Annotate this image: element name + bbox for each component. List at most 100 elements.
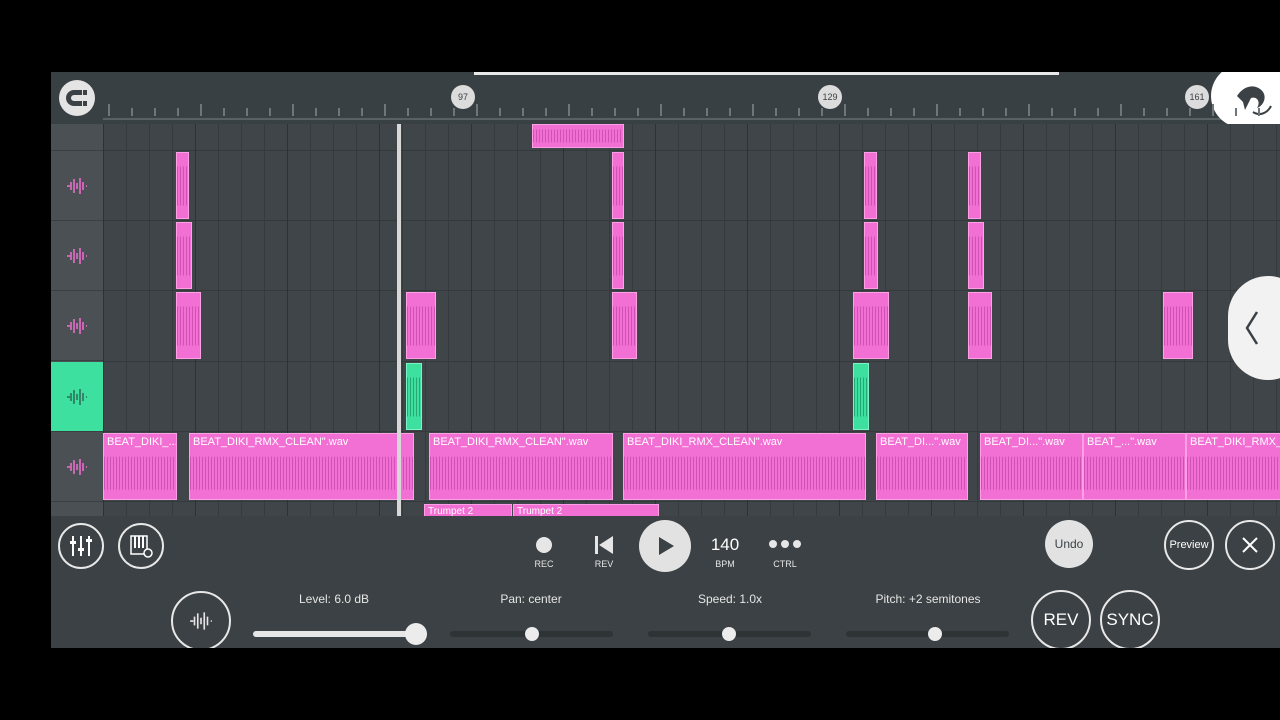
ruler-tick <box>1166 108 1168 116</box>
track-header[interactable] <box>51 432 103 502</box>
rewind-button[interactable] <box>593 534 615 556</box>
ruler-tick <box>1235 108 1237 116</box>
pattern-clip[interactable] <box>612 222 624 289</box>
ruler-tick <box>798 108 800 116</box>
side-panel-toggle[interactable] <box>1228 276 1280 380</box>
audio-clip[interactable]: BEAT_DIKI_RMX_CLEAN".wav <box>429 433 613 500</box>
ctrl-button[interactable] <box>767 534 803 554</box>
pattern-clip[interactable] <box>1163 292 1193 359</box>
ruler-tick <box>637 108 639 116</box>
ruler-marker[interactable]: 97 <box>451 85 475 109</box>
pattern-clip[interactable] <box>532 124 624 148</box>
magnet-snap-button[interactable] <box>59 80 95 116</box>
pattern-clip[interactable] <box>864 152 877 219</box>
waveform-icon <box>190 612 212 630</box>
row-divider <box>103 290 1280 291</box>
ruler-marker[interactable]: 161 <box>1185 85 1209 109</box>
reverse-button[interactable]: REV <box>1031 590 1091 648</box>
ruler-tick <box>1074 108 1076 116</box>
pattern-clip[interactable] <box>176 222 192 289</box>
close-button[interactable] <box>1225 520 1275 570</box>
clip-label: Trumpet 2 <box>428 506 474 516</box>
fl-studio-logo[interactable] <box>1211 72 1280 128</box>
ruler-marker[interactable]: 129 <box>818 85 842 109</box>
playhead[interactable] <box>397 124 401 516</box>
ruler-tick <box>223 108 225 116</box>
pattern-clip[interactable]: Trumpet 2 <box>424 504 512 516</box>
pattern-clip[interactable] <box>968 222 984 289</box>
clip-label: BEAT_DI...".wav <box>984 436 1065 448</box>
track-headers <box>51 124 103 516</box>
track-header[interactable] <box>51 291 103 361</box>
pattern-clip[interactable] <box>612 292 637 359</box>
pitch-slider-knob[interactable] <box>928 627 942 641</box>
record-button[interactable] <box>534 535 554 555</box>
row-divider <box>103 361 1280 362</box>
audio-clip[interactable]: BEAT_DI...".wav <box>876 433 968 500</box>
play-button[interactable] <box>639 520 691 572</box>
ruler-tick <box>1051 108 1053 116</box>
ctrl-label: CTRL <box>773 559 797 569</box>
ruler-tick <box>729 108 731 116</box>
ruler-baseline <box>103 118 1280 120</box>
pattern-clip[interactable] <box>176 292 201 359</box>
piano-settings-button[interactable] <box>118 523 164 569</box>
preview-button[interactable]: Preview <box>1164 520 1214 570</box>
track-header[interactable] <box>51 151 103 221</box>
level-slider-knob[interactable] <box>405 623 427 645</box>
pattern-clip[interactable] <box>853 292 889 359</box>
clip-label: BEAT_...".wav <box>1087 436 1157 448</box>
track-header-selected[interactable] <box>51 362 103 432</box>
track-header[interactable] <box>51 124 103 151</box>
pattern-clip[interactable] <box>968 152 981 219</box>
audio-clip[interactable]: BEAT_DIKI_... <box>103 433 177 500</box>
ruler-tick <box>1005 108 1007 116</box>
row-divider <box>103 150 1280 151</box>
ruler-tick <box>959 108 961 116</box>
timeline-ruler[interactable]: 97 129 161 <box>51 72 1280 128</box>
pattern-clip[interactable] <box>864 222 878 289</box>
ruler-tick <box>407 108 409 116</box>
ruler-tick <box>660 104 662 116</box>
pattern-clip[interactable]: Trumpet 2 <box>513 504 659 516</box>
rewind-icon <box>595 536 613 554</box>
bpm-value[interactable]: 140 <box>704 535 746 555</box>
horizontal-scrollbar[interactable] <box>474 72 1059 75</box>
waveform-icon <box>67 317 87 334</box>
waveform-icon <box>67 177 87 194</box>
waveform-icon <box>67 458 87 475</box>
track-header[interactable] <box>51 221 103 291</box>
ruler-tick <box>890 108 892 116</box>
clip-label: BEAT_DIKI_RMX_CLEAN".wav <box>193 436 349 448</box>
pan-slider-knob[interactable] <box>525 627 539 641</box>
pattern-clip[interactable] <box>406 292 436 359</box>
more-dots-icon <box>769 540 801 548</box>
playlist-area[interactable]: BEAT_DIKI_... BEAT_DIKI_RMX_CLEAN".wav B… <box>51 124 1280 516</box>
pattern-clip-selected[interactable] <box>853 363 869 430</box>
audio-clip[interactable]: BEAT_DIKI_RMX_C <box>1186 433 1280 500</box>
pattern-clip[interactable] <box>612 152 624 219</box>
pitch-label: Pitch: +2 semitones <box>875 592 981 606</box>
mixer-button[interactable] <box>58 523 104 569</box>
audio-clip[interactable]: BEAT_DIKI_RMX_CLEAN".wav <box>623 433 866 500</box>
pattern-clip[interactable] <box>176 152 189 219</box>
sample-waveform-button[interactable] <box>171 591 231 648</box>
ruler-tick <box>1258 108 1260 116</box>
audio-clip[interactable]: BEAT_DI...".wav <box>980 433 1083 500</box>
pattern-clip[interactable] <box>968 292 992 359</box>
ruler-tick <box>292 104 294 116</box>
level-slider[interactable] <box>253 631 416 637</box>
audio-clip[interactable]: BEAT_...".wav <box>1083 433 1186 500</box>
speed-slider-knob[interactable] <box>722 627 736 641</box>
ruler-tick <box>361 108 363 116</box>
audio-clip[interactable]: BEAT_DIKI_RMX_CLEAN".wav <box>189 433 414 500</box>
sync-button[interactable]: SYNC <box>1100 590 1160 648</box>
bpm-label: BPM <box>715 559 735 569</box>
ruler-tick <box>867 108 869 116</box>
waveform-icon <box>67 247 87 264</box>
clip-label: BEAT_DI...".wav <box>880 436 961 448</box>
pattern-clip-selected[interactable] <box>406 363 422 430</box>
record-label: REC <box>534 559 554 569</box>
undo-button[interactable]: Undo <box>1045 520 1093 568</box>
fl-studio-logo-icon <box>1237 86 1272 115</box>
